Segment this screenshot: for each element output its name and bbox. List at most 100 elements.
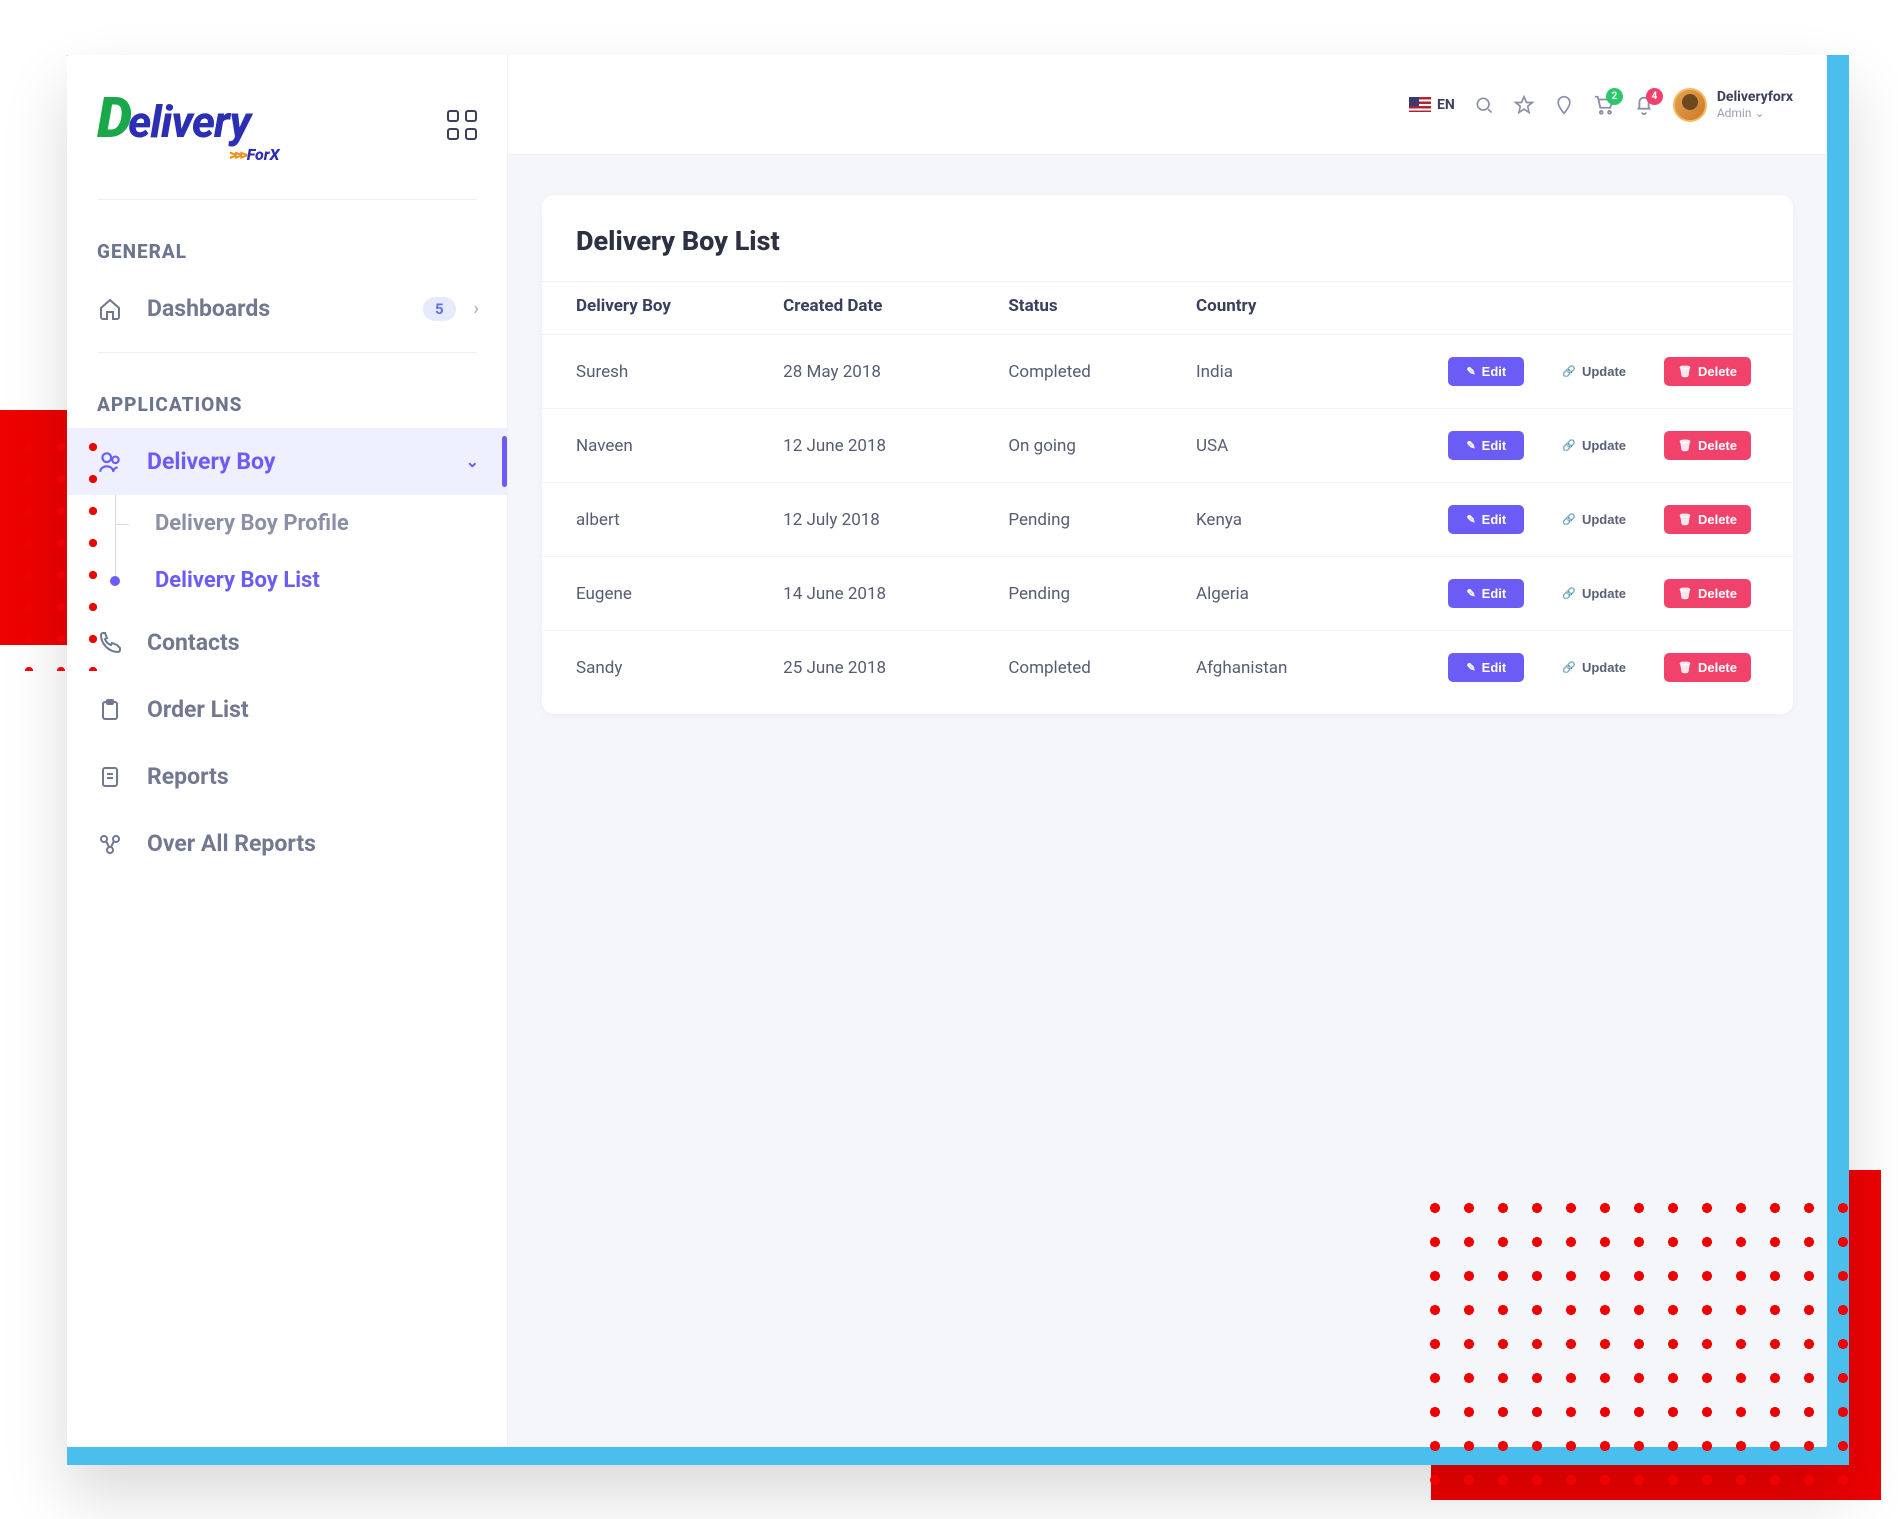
cell-country: Afghanistan bbox=[1180, 631, 1405, 705]
cell-name: Suresh bbox=[542, 335, 767, 409]
table-row: Sandy 25 June 2018 Completed Afghanistan… bbox=[542, 631, 1793, 705]
nav-dashboards-label: Dashboards bbox=[147, 295, 423, 322]
table-row: albert 12 July 2018 Pending Kenya ✎Edit … bbox=[542, 483, 1793, 557]
cell-status: Completed bbox=[992, 335, 1180, 409]
notifications-badge: 4 bbox=[1646, 88, 1663, 105]
logo-row: D elivery >>> ForX bbox=[67, 75, 507, 189]
delete-button[interactable]: 🗑Delete bbox=[1664, 579, 1751, 608]
subnav-profile-label: Delivery Boy Profile bbox=[155, 511, 349, 536]
update-button[interactable]: 🔗Update bbox=[1544, 357, 1644, 386]
cell-actions: ✎Edit 🔗Update 🗑Delete bbox=[1405, 483, 1793, 557]
nav-order-list[interactable]: Order List bbox=[67, 676, 507, 743]
col-country: Country bbox=[1180, 282, 1405, 335]
nav-contacts[interactable]: Contacts bbox=[67, 609, 507, 676]
chevron-down-icon: ⌄ bbox=[466, 452, 479, 471]
update-button[interactable]: 🔗Update bbox=[1544, 505, 1644, 534]
nav-dashboards[interactable]: Dashboards 5 › bbox=[67, 275, 507, 342]
cell-name: Eugene bbox=[542, 557, 767, 631]
edit-button[interactable]: ✎Edit bbox=[1448, 505, 1524, 534]
edit-button[interactable]: ✎Edit bbox=[1448, 357, 1524, 386]
nav-delivery-boy[interactable]: Delivery Boy ⌄ bbox=[67, 428, 507, 495]
link-icon: 🔗 bbox=[1562, 513, 1576, 526]
notifications-button[interactable]: 4 bbox=[1633, 94, 1655, 116]
nav-reports[interactable]: Reports bbox=[67, 743, 507, 810]
page-title: Delivery Boy List bbox=[542, 195, 1793, 281]
delivery-boy-table: Delivery Boy Created Date Status Country… bbox=[542, 281, 1793, 704]
cell-name: Naveen bbox=[542, 409, 767, 483]
search-button[interactable] bbox=[1473, 94, 1495, 116]
update-button[interactable]: 🔗Update bbox=[1544, 579, 1644, 608]
delivery-boy-list-card: Delivery Boy List Delivery Boy Created D… bbox=[542, 195, 1793, 714]
cell-status: Pending bbox=[992, 557, 1180, 631]
search-icon bbox=[1473, 94, 1495, 116]
table-row: Naveen 12 June 2018 On going USA ✎Edit 🔗… bbox=[542, 409, 1793, 483]
delete-button[interactable]: 🗑Delete bbox=[1664, 653, 1751, 682]
trash-icon: 🗑 bbox=[1678, 365, 1692, 378]
cell-date: 14 June 2018 bbox=[767, 557, 992, 631]
user-role: Admin ⌄ bbox=[1717, 106, 1793, 120]
decoration-dots-right bbox=[1418, 1191, 1868, 1486]
subnav-delivery-boy-list[interactable]: Delivery Boy List bbox=[131, 552, 507, 609]
flag-us-icon bbox=[1409, 97, 1431, 112]
section-general: GENERAL bbox=[67, 218, 507, 275]
user-menu[interactable]: Deliveryforx Admin ⌄ bbox=[1673, 88, 1793, 122]
link-icon: 🔗 bbox=[1562, 587, 1576, 600]
update-button[interactable]: 🔗Update bbox=[1544, 431, 1644, 460]
brand-logo: D elivery >>> ForX bbox=[97, 85, 279, 164]
delete-button[interactable]: 🗑Delete bbox=[1664, 431, 1751, 460]
cart-badge: 2 bbox=[1606, 88, 1623, 105]
sidebar: D elivery >>> ForX GENERAL Dashboards 5 … bbox=[67, 55, 508, 1447]
cell-status: Completed bbox=[992, 631, 1180, 705]
edit-button[interactable]: ✎Edit bbox=[1448, 431, 1524, 460]
cell-date: 12 July 2018 bbox=[767, 483, 992, 557]
delete-button[interactable]: 🗑Delete bbox=[1664, 505, 1751, 534]
logo-rest: elivery bbox=[128, 96, 250, 148]
apps-grid-icon[interactable] bbox=[447, 110, 477, 140]
language-selector[interactable]: EN bbox=[1409, 97, 1455, 113]
cell-date: 28 May 2018 bbox=[767, 335, 992, 409]
topbar: EN 2 bbox=[508, 55, 1827, 155]
cell-date: 12 June 2018 bbox=[767, 409, 992, 483]
link-icon: 🔗 bbox=[1562, 439, 1576, 452]
table-row: Suresh 28 May 2018 Completed India ✎Edit… bbox=[542, 335, 1793, 409]
pencil-icon: ✎ bbox=[1466, 439, 1475, 452]
delete-button[interactable]: 🗑Delete bbox=[1664, 357, 1751, 386]
cell-date: 25 June 2018 bbox=[767, 631, 992, 705]
nav-contacts-label: Contacts bbox=[147, 629, 479, 656]
star-icon bbox=[1513, 94, 1535, 116]
nav-delivery-boy-label: Delivery Boy bbox=[147, 448, 466, 475]
pencil-icon: ✎ bbox=[1466, 661, 1475, 674]
pencil-icon: ✎ bbox=[1466, 587, 1475, 600]
cell-actions: ✎Edit 🔗Update 🗑Delete bbox=[1405, 557, 1793, 631]
user-name: Deliveryforx bbox=[1717, 89, 1793, 106]
clipboard-icon bbox=[95, 698, 125, 722]
home-icon bbox=[95, 297, 125, 321]
nav-overall-label: Over All Reports bbox=[147, 830, 479, 857]
divider bbox=[97, 199, 477, 200]
edit-button[interactable]: ✎Edit bbox=[1448, 579, 1524, 608]
chevron-right-icon: › bbox=[474, 298, 479, 319]
report-icon bbox=[95, 765, 125, 789]
pin-icon bbox=[1553, 94, 1575, 116]
edit-button[interactable]: ✎Edit bbox=[1448, 653, 1524, 682]
col-delivery-boy: Delivery Boy bbox=[542, 282, 767, 335]
cell-country: India bbox=[1180, 335, 1405, 409]
table-row: Eugene 14 June 2018 Pending Algeria ✎Edi… bbox=[542, 557, 1793, 631]
cell-name: albert bbox=[542, 483, 767, 557]
col-actions bbox=[1405, 282, 1793, 335]
trash-icon: 🗑 bbox=[1678, 587, 1692, 600]
subnav-delivery-boy-profile[interactable]: Delivery Boy Profile bbox=[131, 495, 507, 552]
cell-name: Sandy bbox=[542, 631, 767, 705]
location-button[interactable] bbox=[1553, 94, 1575, 116]
logo-letter-d: D bbox=[97, 85, 131, 151]
logo-arrows: >>> bbox=[229, 145, 245, 164]
update-button[interactable]: 🔗Update bbox=[1544, 653, 1644, 682]
nav-overall-reports[interactable]: Over All Reports bbox=[67, 810, 507, 877]
cart-button[interactable]: 2 bbox=[1593, 94, 1615, 116]
cell-status: On going bbox=[992, 409, 1180, 483]
nav-order-list-label: Order List bbox=[147, 696, 479, 723]
delivery-boy-submenu: Delivery Boy Profile Delivery Boy List bbox=[67, 495, 507, 609]
language-code: EN bbox=[1437, 97, 1455, 113]
section-applications: APPLICATIONS bbox=[67, 371, 507, 428]
favorites-button[interactable] bbox=[1513, 94, 1535, 116]
